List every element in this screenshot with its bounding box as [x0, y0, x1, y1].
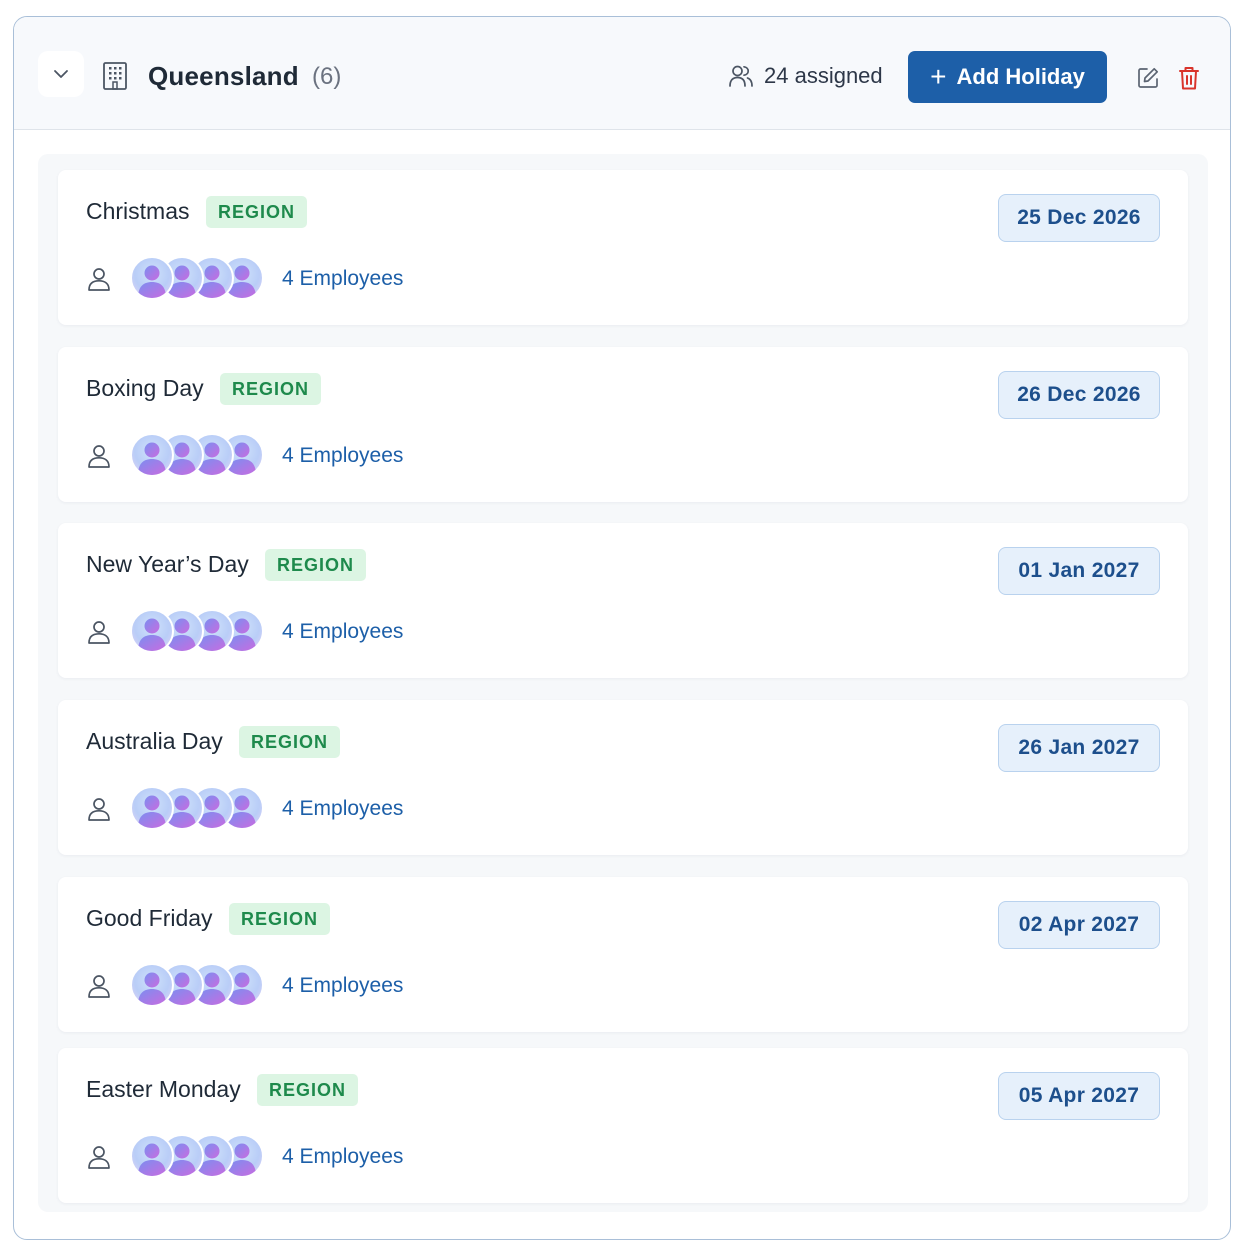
region-badge: REGION: [239, 726, 341, 758]
avatar: [130, 1134, 174, 1178]
users-icon: [729, 65, 753, 87]
chevron-down-icon: [54, 70, 68, 78]
person-icon: [86, 266, 112, 292]
person-icon: [86, 1144, 112, 1170]
region-title: Queensland: [148, 61, 299, 91]
holiday-name: Good Friday: [86, 905, 213, 931]
holiday-name: New Year’s Day: [86, 551, 249, 577]
holiday-date: 26 Jan 2027: [998, 724, 1160, 772]
avatar: [130, 963, 174, 1007]
person-icon: [86, 619, 112, 645]
edit-icon[interactable]: [1136, 66, 1160, 90]
assigned-summary: 24 assigned: [728, 63, 883, 89]
person-icon: [86, 443, 112, 469]
holiday-name: Easter Monday: [86, 1076, 241, 1102]
holiday-date: 01 Jan 2027: [998, 547, 1160, 595]
holiday-card[interactable]: Easter Monday REGION 05 Apr 2027 4 Employee…: [58, 1048, 1188, 1203]
avatar: [130, 433, 174, 477]
holiday-card[interactable]: Christmas REGION 25 Dec 2026 4 Employees: [58, 170, 1188, 325]
employees-link[interactable]: 4 Employees: [282, 797, 403, 821]
holiday-card[interactable]: Boxing Day REGION 26 Dec 2026 4 Employees: [58, 347, 1188, 502]
assigned-count: 24 assigned: [764, 63, 883, 88]
holiday-date: 05 Apr 2027: [998, 1072, 1160, 1120]
holiday-name: Boxing Day: [86, 375, 204, 401]
holiday-date: 02 Apr 2027: [998, 901, 1160, 949]
holiday-name: Australia Day: [86, 728, 223, 754]
region-badge: REGION: [257, 1074, 359, 1106]
region-badge: REGION: [220, 373, 322, 405]
add-holiday-button[interactable]: + Add Holiday: [908, 51, 1107, 103]
holiday-card[interactable]: New Year’s Day REGION 01 Jan 2027 4 Employe…: [58, 523, 1188, 678]
holiday-card[interactable]: Australia Day REGION 26 Jan 2027 4 Employee…: [58, 700, 1188, 855]
region-header: Queensland (6) 24 assigned + Add Holiday: [14, 17, 1230, 130]
employee-avatars[interactable]: [130, 963, 270, 1007]
holiday-date: 26 Dec 2026: [998, 371, 1160, 419]
employee-avatars[interactable]: [130, 433, 270, 477]
employees-link[interactable]: 4 Employees: [282, 267, 403, 291]
region-badge: REGION: [265, 549, 367, 581]
employees-link[interactable]: 4 Employees: [282, 1145, 403, 1169]
region-badge: REGION: [206, 196, 308, 228]
avatar: [130, 786, 174, 830]
holiday-count: (6): [312, 63, 342, 90]
collapse-button[interactable]: [38, 51, 84, 97]
holiday-date: 25 Dec 2026: [998, 194, 1160, 242]
employee-avatars[interactable]: [130, 256, 270, 300]
building-icon: [103, 62, 127, 90]
employees-link[interactable]: 4 Employees: [282, 974, 403, 998]
holiday-card[interactable]: Good Friday REGION 02 Apr 2027 4 Employees: [58, 877, 1188, 1032]
avatar: [130, 256, 174, 300]
employee-avatars[interactable]: [130, 609, 270, 653]
employees-link[interactable]: 4 Employees: [282, 620, 403, 644]
employees-link[interactable]: 4 Employees: [282, 444, 403, 468]
region-badge: REGION: [229, 903, 331, 935]
avatar: [130, 609, 174, 653]
trash-icon[interactable]: [1178, 65, 1200, 91]
employee-avatars[interactable]: [130, 1134, 270, 1178]
person-icon: [86, 796, 112, 822]
region-panel: Queensland (6) 24 assigned + Add Holiday: [13, 16, 1231, 1240]
add-holiday-label: Add Holiday: [956, 64, 1085, 89]
employee-avatars[interactable]: [130, 786, 270, 830]
holiday-name: Christmas: [86, 198, 190, 224]
plus-icon: +: [930, 61, 947, 92]
person-icon: [86, 973, 112, 999]
